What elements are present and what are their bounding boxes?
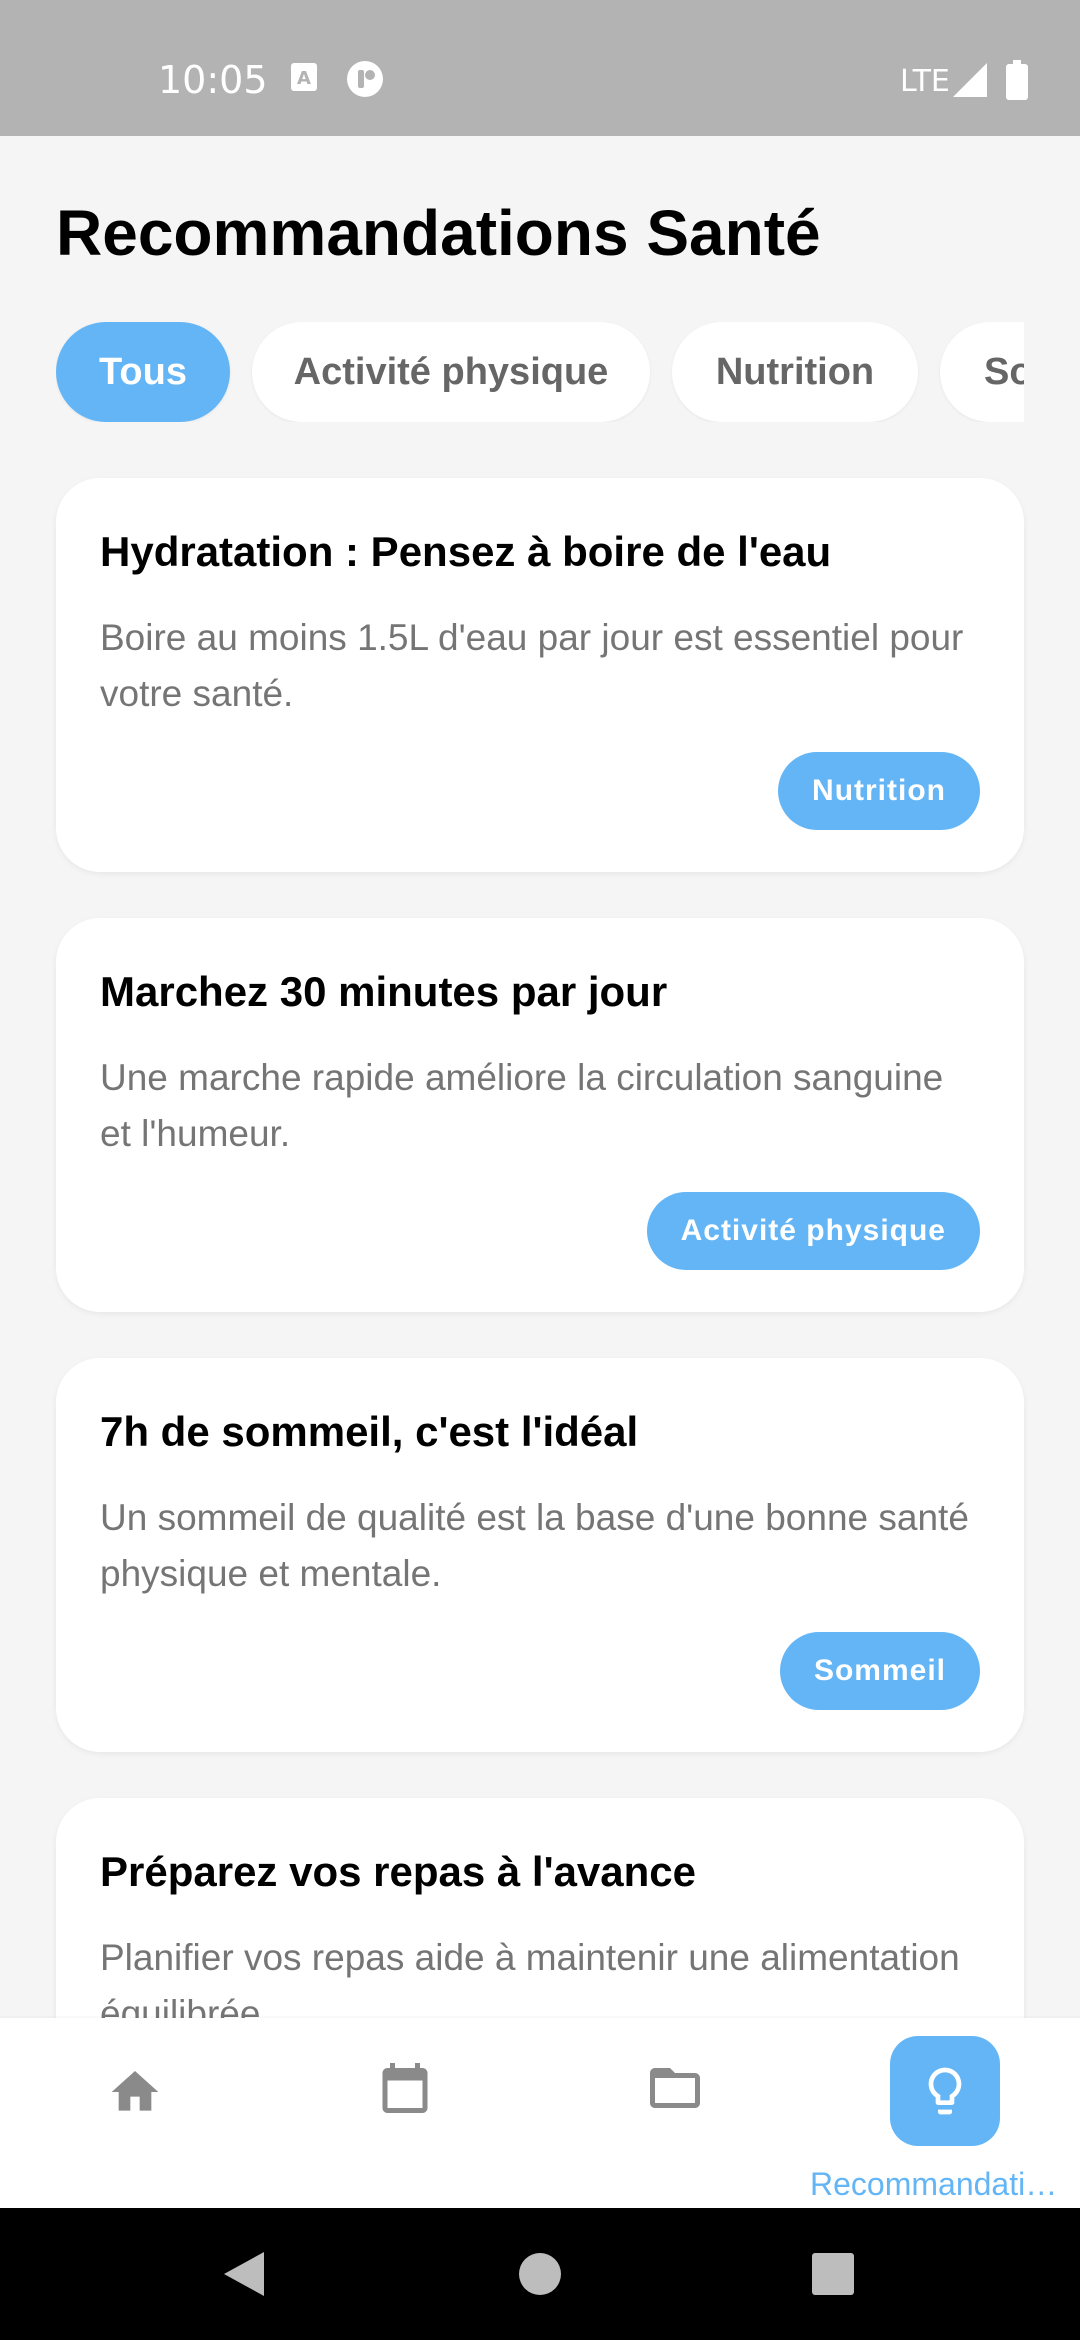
filter-chip-tous[interactable]: Tous (56, 322, 230, 422)
battery-icon (1006, 60, 1028, 100)
lightbulb-icon (928, 2067, 962, 2115)
card-title: Marchez 30 minutes par jour (100, 968, 668, 1015)
signal-icon (953, 63, 987, 97)
filter-chip-activite-physique[interactable]: Activité physique (252, 322, 650, 422)
card-description: Un sommeil de qualité est la base d'une … (100, 1497, 969, 1594)
home-icon (111, 2071, 159, 2111)
nav-active-indicator (890, 2036, 1000, 2146)
card-description: Une marche rapide améliore la circulatio… (100, 1057, 944, 1154)
card-title: 7h de sommeil, c'est l'idéal (100, 1408, 639, 1455)
bottom-navigation: Recommandati… (0, 2018, 1080, 2208)
category-tag: Activité physique (646, 1192, 980, 1270)
recommendation-card[interactable]: Marchez 30 minutes par jour Une marche r… (56, 918, 1024, 1312)
nav-item-home[interactable] (0, 2018, 270, 2208)
filter-chip-sommeil[interactable]: So (940, 322, 1024, 422)
folder-icon (650, 2068, 700, 2108)
nav-item-folder[interactable] (540, 2018, 810, 2208)
svg-text:A: A (297, 68, 311, 89)
nav-label-recommendations: Recommandati… (810, 2166, 1058, 2202)
recommendation-card[interactable]: Hydratation : Pensez à boire de l'eau Bo… (56, 478, 1024, 872)
recents-icon[interactable] (812, 2253, 854, 2295)
calendar-icon (382, 2063, 428, 2113)
back-icon[interactable] (222, 2250, 266, 2298)
card-title: Préparez vos repas à l'avance (100, 1848, 697, 1895)
category-tag: Sommeil (779, 1632, 980, 1710)
nav-item-calendar[interactable] (270, 2018, 540, 2208)
recommendation-card[interactable]: 7h de sommeil, c'est l'idéal Un sommeil … (56, 1358, 1024, 1752)
card-title: Hydratation : Pensez à boire de l'eau (100, 528, 832, 575)
card-description: Boire au moins 1.5L d'eau par jour est e… (100, 617, 964, 714)
app-badge-icon (347, 61, 383, 97)
filter-chips-row: Tous Activité physique Nutrition So (56, 322, 1024, 422)
keyboard-a-icon: A (291, 63, 317, 91)
status-bar: 10:05 A LTE (0, 0, 1080, 136)
network-label: LTE (900, 64, 950, 99)
system-navigation-bar (0, 2208, 1080, 2340)
category-tag: Nutrition (778, 752, 980, 830)
filter-chip-nutrition[interactable]: Nutrition (672, 322, 918, 422)
status-time: 10:05 (158, 58, 268, 102)
home-circle-icon[interactable] (518, 2252, 562, 2296)
page-title: Recommandations Santé (56, 197, 821, 269)
